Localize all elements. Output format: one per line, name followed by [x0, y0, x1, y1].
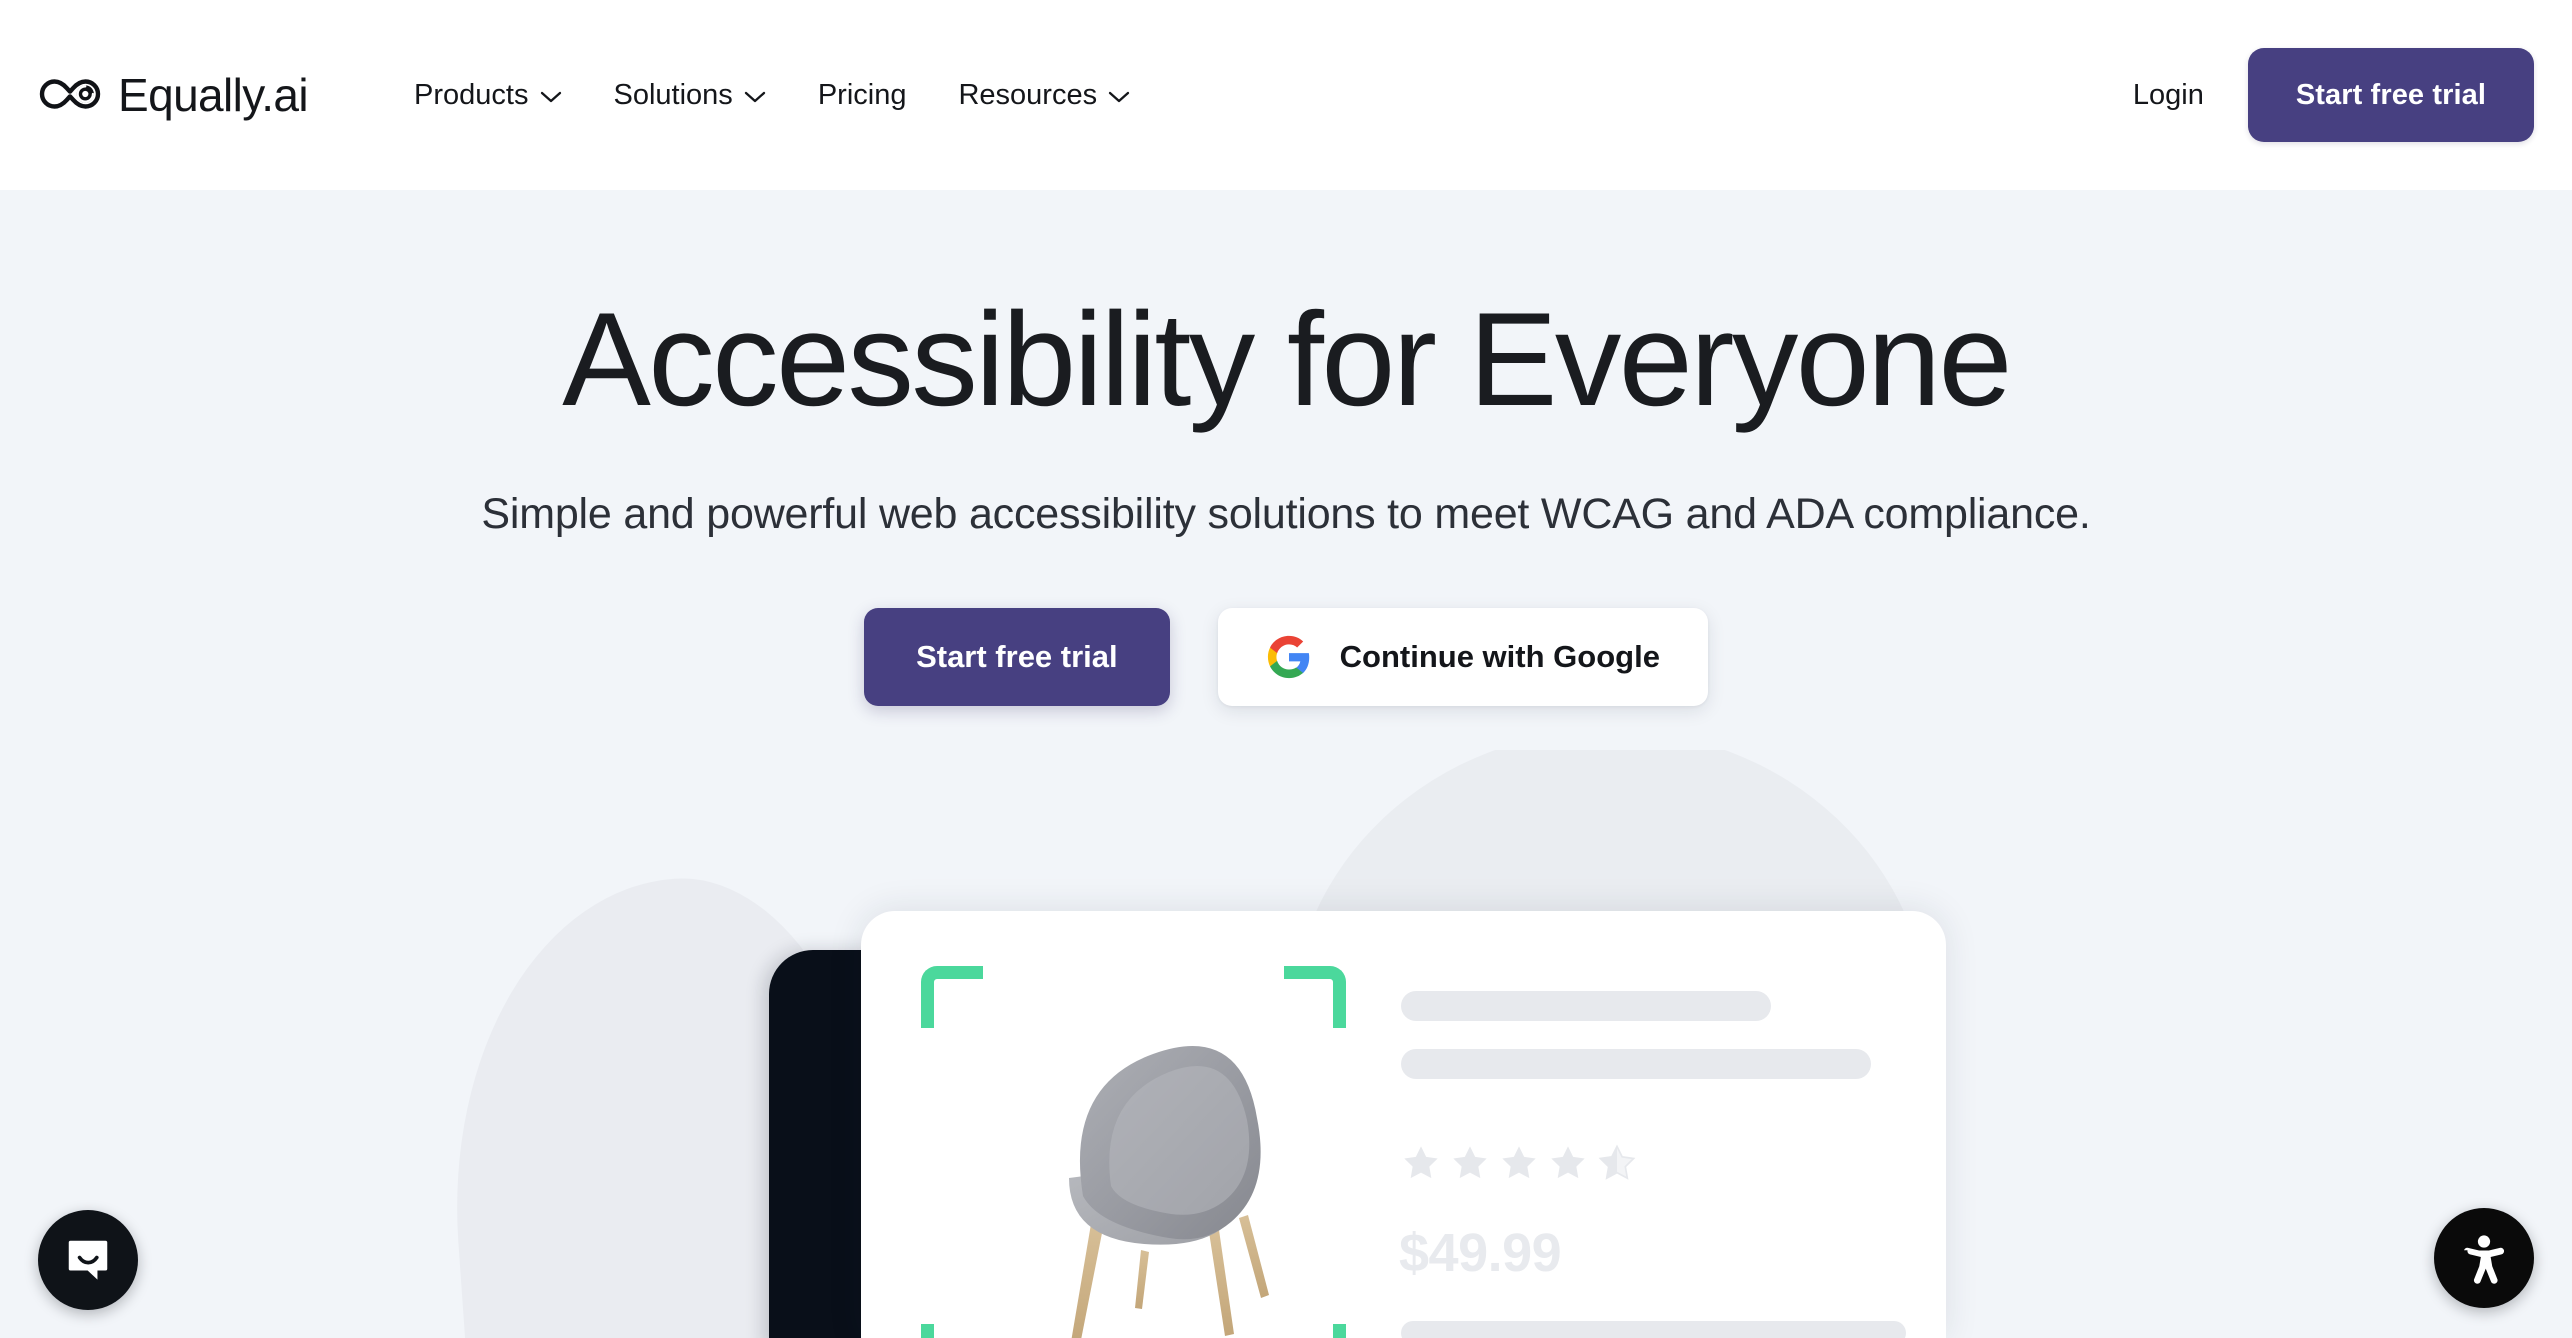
hero-illustration: $49.99: [0, 750, 2572, 1338]
nav-item-label: Products: [414, 78, 529, 111]
chevron-down-icon: [540, 87, 562, 104]
header-actions: Login Start free trial: [2127, 48, 2534, 142]
nav-item-label: Pricing: [817, 78, 907, 111]
skeleton-line-desc-1: [1401, 1321, 1906, 1338]
nav-item-resources[interactable]: Resources: [932, 69, 1156, 122]
scan-corner-top-right: [1284, 966, 1346, 1028]
brand-name: Equally.ai: [118, 69, 309, 121]
star-icon-filled: [1401, 1143, 1441, 1183]
product-card-mockup: $49.99: [861, 911, 1946, 1338]
hero-section: Accessibility for Everyone Simple and po…: [0, 190, 2572, 1338]
product-rating-stars: [1401, 1143, 1637, 1183]
nav-item-label: Solutions: [613, 78, 733, 111]
nav-item-solutions[interactable]: Solutions: [588, 69, 792, 122]
chat-launcher-button[interactable]: [38, 1210, 138, 1310]
login-link[interactable]: Login: [2127, 71, 2210, 120]
nav-item-pricing[interactable]: Pricing: [792, 69, 933, 122]
accessibility-widget-button[interactable]: [2434, 1208, 2534, 1308]
scan-corner-bottom-left: [921, 1324, 983, 1338]
skeleton-line-title: [1401, 991, 1771, 1021]
scan-corner-icon: [921, 966, 1346, 1338]
nav-item-products[interactable]: Products: [388, 69, 587, 122]
google-g-icon: [1266, 634, 1312, 680]
accessibility-person-icon: [2456, 1230, 2512, 1286]
main-nav: Products Solutions Pricing Resources: [388, 69, 1156, 122]
start-free-trial-button-header[interactable]: Start free trial: [2247, 48, 2534, 142]
star-icon-filled: [1499, 1143, 1539, 1183]
nav-item-label: Resources: [958, 78, 1098, 111]
header-inner: Equally.ai Products Solutions Pricing Re…: [0, 0, 2572, 190]
continue-with-google-button[interactable]: Continue with Google: [1217, 608, 1708, 706]
infinity-eye-logo-icon: [38, 75, 102, 115]
product-text-skeleton: [1401, 991, 1871, 1079]
star-icon-half: [1597, 1143, 1637, 1183]
hero-subtitle: Simple and powerful web accessibility so…: [481, 490, 2091, 538]
site-header: Equally.ai Products Solutions Pricing Re…: [0, 0, 2572, 190]
product-price: $49.99: [1399, 1223, 1562, 1283]
star-icon-filled: [1548, 1143, 1588, 1183]
continue-with-google-label: Continue with Google: [1339, 639, 1660, 674]
skeleton-line-subtitle: [1401, 1049, 1871, 1079]
brand-logo-link[interactable]: Equally.ai: [38, 69, 309, 121]
intercom-chat-icon: [60, 1232, 116, 1288]
page-root: Equally.ai Products Solutions Pricing Re…: [0, 0, 2572, 1338]
chevron-down-icon: [1108, 87, 1130, 104]
chevron-down-icon: [744, 87, 766, 104]
scan-corner-top-left: [921, 966, 983, 1028]
page-title: Accessibility for Everyone: [562, 286, 2012, 434]
hero-cta-row: Start free trial Continue with Google: [0, 608, 2572, 706]
start-free-trial-button-hero[interactable]: Start free trial: [864, 608, 1170, 706]
star-icon-filled: [1450, 1143, 1490, 1183]
